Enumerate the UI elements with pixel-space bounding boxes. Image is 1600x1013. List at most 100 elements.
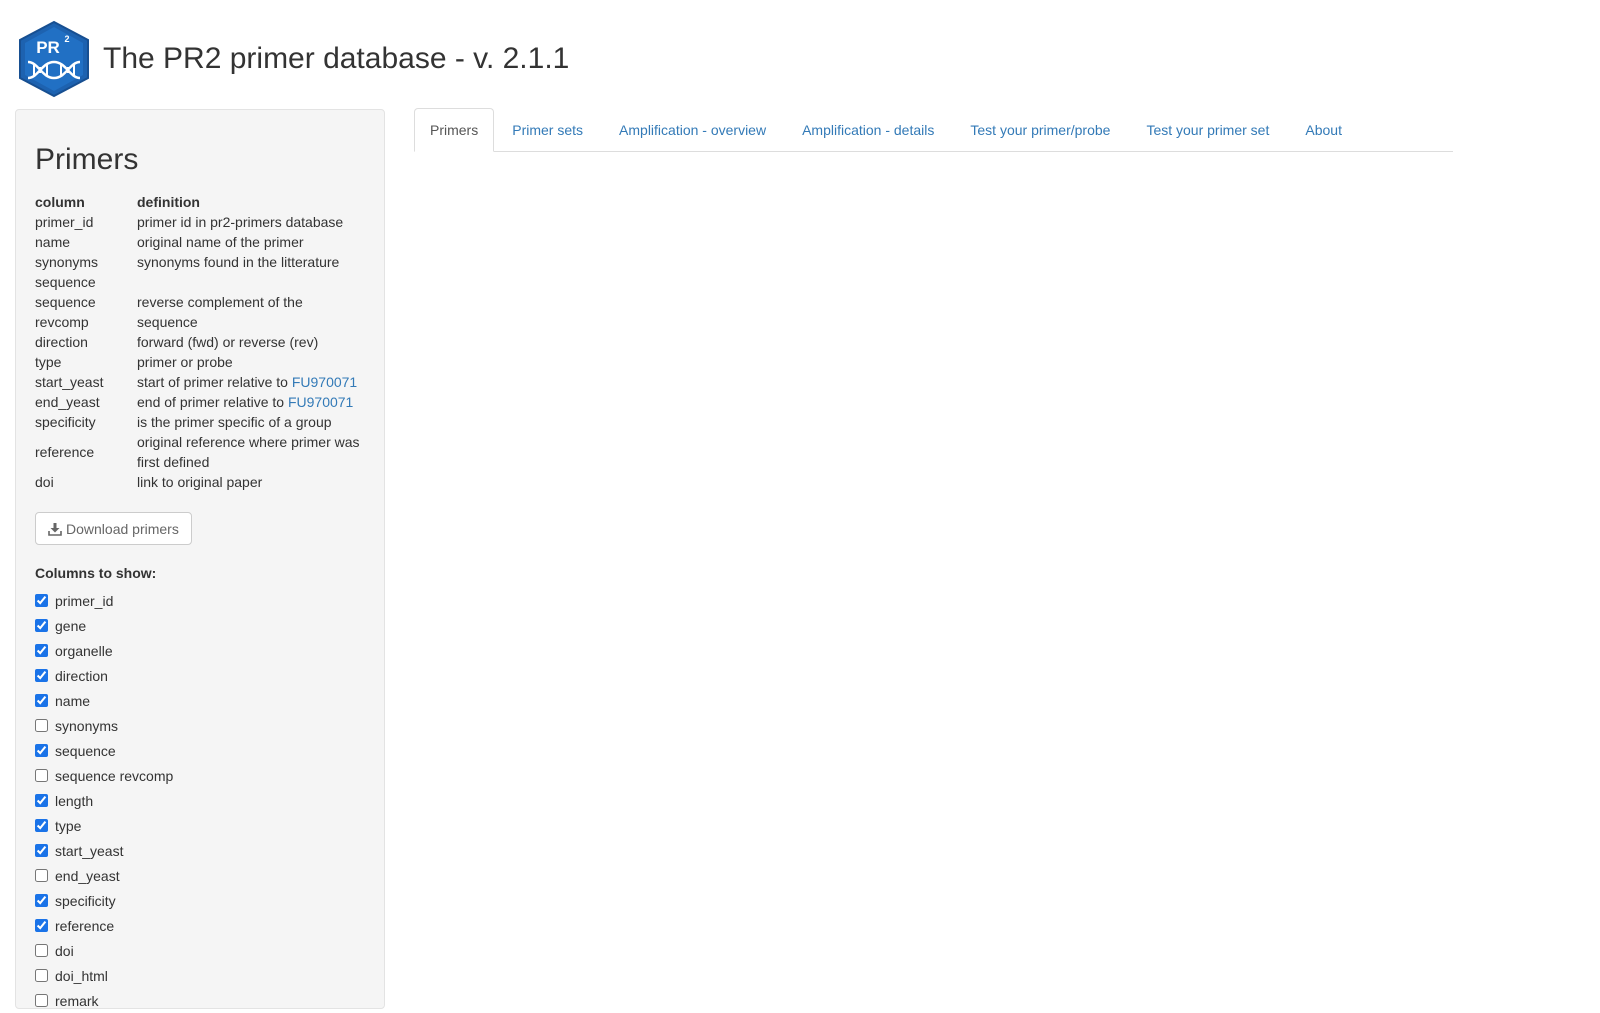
column-name-cell: direction [35, 334, 88, 350]
column-checkbox[interactable] [35, 919, 48, 932]
table-row: end_yeast end of primer relative to FU970… [35, 392, 365, 412]
column-definitions-table: column definition primer_id primer id in … [35, 192, 365, 492]
column-checkbox-row[interactable]: reference [35, 913, 365, 938]
svg-text:PR: PR [36, 38, 60, 57]
column-checkbox-label: reference [55, 917, 115, 934]
column-checkbox-row[interactable]: sequence [35, 738, 365, 763]
definition-text: reverse complement of the sequence [137, 294, 303, 330]
column-checkbox[interactable] [35, 994, 48, 1007]
column-name-cell: specificity [35, 414, 96, 430]
column-checkbox[interactable] [35, 719, 48, 732]
definition-cell: start of primer relative to FU970071 [137, 372, 365, 392]
tab-test-your-primer-probe[interactable]: Test your primer/probe [952, 108, 1128, 151]
table-row: sequence revcomp reverse complement of th… [35, 292, 365, 332]
column-checkbox[interactable] [35, 769, 48, 782]
column-name-cell: primer_id [35, 214, 94, 230]
column-checkbox[interactable] [35, 944, 48, 957]
definition-cell: original reference where primer was firs… [137, 432, 365, 472]
tab-amplification-overview[interactable]: Amplification - overview [601, 108, 784, 151]
definition-cell: end of primer relative to FU970071 [137, 392, 365, 412]
column-checkbox[interactable] [35, 969, 48, 982]
main-tabs: Primers Primer sets Amplification - overvi… [414, 108, 1453, 152]
definition-text: forward (fwd) or reverse (rev) [137, 334, 319, 350]
column-checkbox[interactable] [35, 894, 48, 907]
column-checkbox-label: name [55, 692, 91, 709]
table-header-row: column definition [35, 192, 365, 212]
definition-text: is the primer specific of a group [137, 414, 332, 430]
column-checkbox-label: sequence revcomp [55, 767, 174, 784]
column-checkbox-label: direction [55, 667, 108, 684]
column-checkbox-label: specificity [55, 892, 116, 909]
column-checkbox[interactable] [35, 844, 48, 857]
pr2-logo: PR 2 [19, 20, 89, 98]
genbank-link[interactable]: FU970071 [292, 374, 357, 390]
column-name-cell: type [35, 354, 62, 370]
column-checkbox-label: length [55, 792, 94, 809]
table-header-definition: definition [137, 194, 200, 210]
definition-text: end of primer relative to [137, 394, 288, 410]
column-checkbox-label: organelle [55, 642, 113, 659]
column-checkbox[interactable] [35, 669, 48, 682]
definition-cell: original name of the primer [137, 232, 365, 252]
genbank-link[interactable]: FU970071 [288, 394, 353, 410]
definition-cell: primer or probe [137, 352, 365, 372]
table-row: synonyms synonyms found in the litteratur… [35, 252, 365, 272]
column-checkbox[interactable] [35, 619, 48, 632]
column-checkbox-row[interactable]: primer_id [35, 588, 365, 613]
column-name-cell: name [35, 234, 71, 250]
tab-test-your-primer-set[interactable]: Test your primer set [1128, 108, 1287, 151]
column-checkbox-row[interactable]: gene [35, 613, 365, 638]
column-checkbox[interactable] [35, 644, 48, 657]
column-checkbox-row[interactable]: type [35, 813, 365, 838]
column-checkbox-row[interactable]: synonyms [35, 713, 365, 738]
table-row: start_yeast start of primer relative to F… [35, 372, 365, 392]
definition-cell: is the primer specific of a group [137, 412, 365, 432]
definition-cell: reverse complement of the sequence [137, 292, 365, 332]
column-name-cell: end_yeast [35, 394, 100, 410]
column-checkbox[interactable] [35, 819, 48, 832]
definition-cell: link to original paper [137, 472, 365, 492]
column-checkbox-row[interactable]: remark [35, 988, 365, 1013]
column-checkbox[interactable] [35, 694, 48, 707]
svg-text:2: 2 [64, 34, 69, 44]
sidebar-title: Primers [35, 143, 139, 176]
definition-cell: forward (fwd) or reverse (rev) [137, 332, 365, 352]
column-checkbox-label: synonyms [55, 717, 119, 734]
column-name-cell: start_yeast [35, 374, 104, 390]
download-icon [48, 522, 62, 536]
column-name-cell: sequence [35, 274, 96, 290]
column-checkbox-row[interactable]: organelle [35, 638, 365, 663]
download-primers-button[interactable]: Download primers [35, 512, 192, 545]
column-checkbox-row[interactable]: doi_html [35, 963, 365, 988]
column-checkbox-row[interactable]: length [35, 788, 365, 813]
definition-text: primer or probe [137, 354, 233, 370]
column-checkbox-label: start_yeast [55, 842, 124, 859]
column-checkbox-label: sequence [55, 742, 116, 759]
definition-text: link to original paper [137, 474, 263, 490]
tab-about[interactable]: About [1287, 108, 1360, 151]
column-checkbox-row[interactable]: name [35, 688, 365, 713]
table-row: name original name of the primer [35, 232, 365, 252]
column-checkbox[interactable] [35, 594, 48, 607]
column-checkbox-row[interactable]: end_yeast [35, 863, 365, 888]
column-checkbox[interactable] [35, 744, 48, 757]
column-checkbox-label: doi_html [55, 967, 108, 984]
definition-text: synonyms found in the litterature [137, 254, 340, 270]
columns-to-show-label: Columns to show: [35, 565, 157, 581]
column-checkbox-row[interactable]: specificity [35, 888, 365, 913]
column-checkbox-row[interactable]: doi [35, 938, 365, 963]
tab-amplification-details[interactable]: Amplification - details [784, 108, 952, 151]
column-checkbox-row[interactable]: direction [35, 663, 365, 688]
column-checkbox-label: gene [55, 617, 87, 634]
tab-primer-sets[interactable]: Primer sets [494, 108, 601, 151]
column-checkbox[interactable] [35, 794, 48, 807]
definition-text: primer id in pr2-primers database [137, 214, 344, 230]
column-checkbox-row[interactable]: sequence revcomp [35, 763, 365, 788]
tab-primers[interactable]: Primers [414, 108, 495, 152]
column-checkbox[interactable] [35, 869, 48, 882]
table-header-column: column [35, 194, 85, 210]
column-checkbox-row[interactable]: start_yeast [35, 838, 365, 863]
table-row: sequence [35, 272, 365, 292]
definition-cell: primer id in pr2-primers database [137, 212, 365, 232]
sidebar-panel: Primers column definition primer_idprime… [15, 109, 385, 1009]
